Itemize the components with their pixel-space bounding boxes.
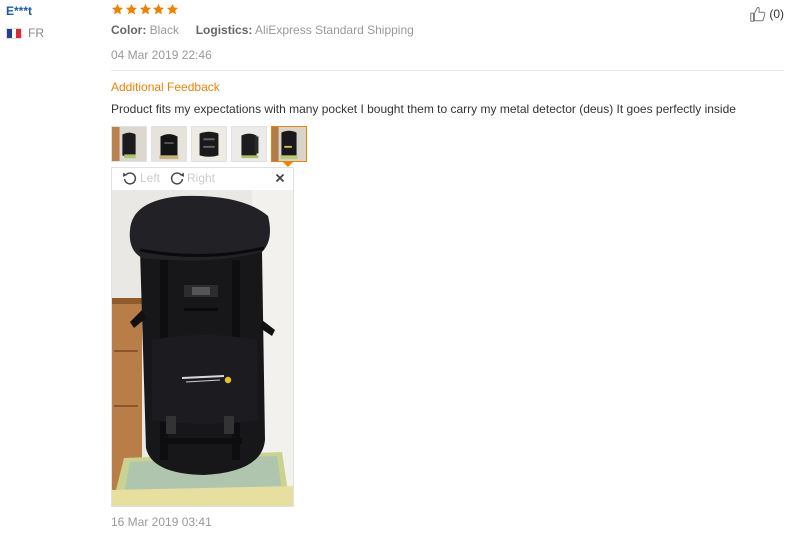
photo-thumbnail[interactable] <box>191 126 227 162</box>
divider <box>111 70 783 71</box>
reviewer-country: FR <box>6 26 44 40</box>
review-date: 04 Mar 2019 22:46 <box>111 48 212 62</box>
rotate-right-icon <box>170 172 185 185</box>
star-rating <box>111 3 180 16</box>
thumbs-up-icon <box>750 7 766 22</box>
logistics-value: AliExpress Standard Shipping <box>255 23 414 37</box>
france-flag-icon <box>6 27 22 39</box>
star-icon <box>139 3 152 16</box>
helpful-button[interactable]: (0) <box>749 5 784 23</box>
review-item: E***t FR (0) Color: Black Logistics: Ali… <box>0 0 790 537</box>
color-value: Black <box>149 23 180 37</box>
photo-thumbnail-active[interactable] <box>271 126 307 162</box>
order-info: Color: Black Logistics: AliExpress Stand… <box>111 23 414 37</box>
star-icon <box>152 3 165 16</box>
rotate-left-icon <box>122 172 137 185</box>
enlarged-photo <box>112 190 293 506</box>
star-icon <box>111 3 124 16</box>
additional-feedback-title: Additional Feedback <box>111 80 220 94</box>
viewer-toolbar: Left Right <box>112 168 295 190</box>
rotate-right-label: Right <box>187 171 216 185</box>
additional-feedback-date: 16 Mar 2019 03:41 <box>111 515 212 529</box>
photo-thumbnail[interactable] <box>111 126 147 162</box>
reviewer-name: E***t <box>6 4 33 18</box>
rotate-right-button[interactable]: Right <box>168 169 215 187</box>
photo-thumbnail[interactable] <box>151 126 187 162</box>
photo-viewer: Left Right <box>111 167 294 507</box>
color-label: Color: <box>111 23 147 37</box>
star-icon <box>166 3 179 16</box>
rotate-left-button[interactable]: Left <box>121 169 160 187</box>
photo-thumbnail[interactable] <box>231 126 267 162</box>
rotate-left-label: Left <box>140 171 161 185</box>
country-code: FR <box>28 26 44 40</box>
additional-feedback-text: Product fits my expectations with many p… <box>111 102 736 116</box>
close-icon <box>275 173 285 183</box>
photo-thumbnails <box>111 126 311 162</box>
logistics-label: Logistics: <box>195 23 253 37</box>
backpack-photo <box>112 190 293 506</box>
close-viewer-button[interactable] <box>274 172 286 184</box>
star-icon <box>125 3 138 16</box>
helpful-count: (0) <box>769 7 784 21</box>
